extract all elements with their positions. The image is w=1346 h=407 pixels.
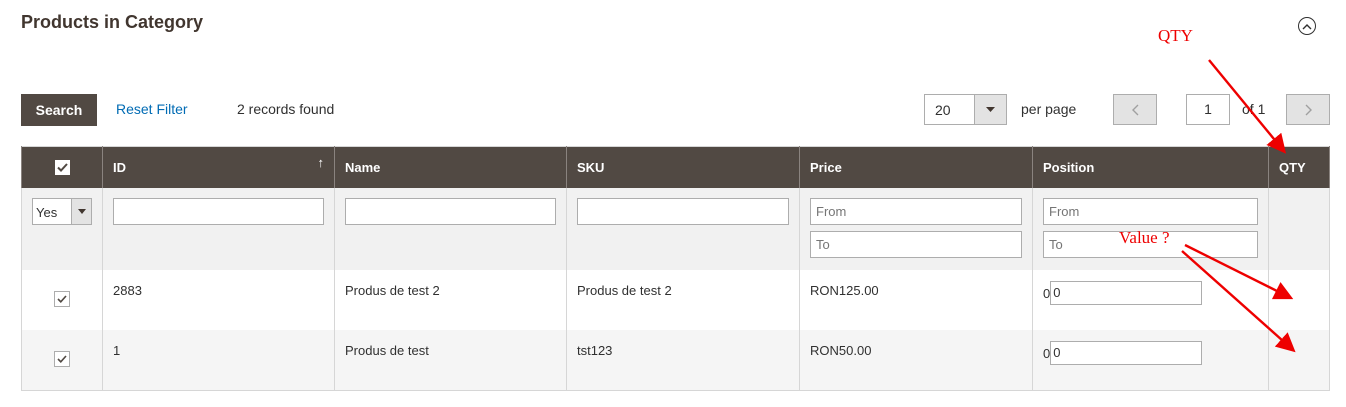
column-label: Position (1043, 160, 1095, 175)
checkmark-icon (57, 295, 67, 303)
per-page-label: per page (1021, 101, 1077, 117)
position-input[interactable]: 0 (1050, 281, 1203, 305)
qty-filter-cell (1268, 188, 1330, 270)
column-header-sku[interactable]: SKU (566, 146, 800, 188)
cell-name: Produs de test 2 (345, 283, 440, 298)
chevron-down-icon[interactable] (974, 95, 1006, 124)
row-checkbox[interactable] (54, 291, 70, 307)
per-page-value: 20 (935, 102, 951, 118)
products-grid: ID ↑ Name SKU Price Position QTY Yes Fro… (21, 146, 1330, 391)
section-title: Products in Category (21, 12, 204, 32)
position-prefix: 0 (1043, 345, 1051, 361)
column-header-position[interactable]: Position (1032, 146, 1269, 188)
column-header-id[interactable]: ID ↑ (102, 146, 335, 188)
in-category-filter-value: Yes (36, 205, 58, 220)
column-header-qty[interactable]: QTY (1268, 146, 1330, 188)
qty-annotation: QTY (1158, 26, 1193, 45)
cell-price: RON50.00 (810, 343, 872, 358)
previous-page-button[interactable] (1113, 94, 1157, 125)
value-annotation: Value ? (1119, 228, 1170, 247)
search-button[interactable]: Search (21, 94, 97, 126)
reset-filter-link[interactable]: Reset Filter (116, 101, 188, 117)
position-from-input[interactable] (1043, 198, 1258, 225)
table-row: 2883 Produs de test 2 Produs de test 2 R… (21, 270, 1330, 330)
cell-id: 1 (113, 343, 121, 358)
cell-sku: tst123 (577, 343, 613, 358)
select-all-checkbox[interactable] (54, 160, 70, 175)
next-page-button[interactable] (1286, 94, 1330, 125)
column-label: Price (810, 160, 842, 175)
collapse-icon[interactable] (1298, 17, 1316, 35)
column-header-price[interactable]: Price (799, 146, 1033, 188)
cell-price: RON125.00 (810, 283, 879, 298)
cell-name: Produs de test (345, 343, 429, 358)
per-page-select[interactable]: 20 (924, 94, 1007, 125)
sort-arrow-icon: ↑ (317, 155, 325, 170)
position-prefix: 0 (1043, 285, 1051, 301)
price-to-input[interactable] (810, 231, 1022, 258)
id-filter-input[interactable] (113, 198, 324, 225)
table-row: 1 Produs de test tst123 RON50.00 00 (21, 330, 1330, 391)
select-all-header[interactable] (21, 146, 103, 188)
column-label: Name (345, 160, 381, 175)
checkmark-icon (56, 163, 68, 172)
column-label: ID (113, 160, 126, 175)
column-header-name[interactable]: Name (334, 146, 567, 188)
page-total: of 1 (1242, 101, 1266, 117)
cell-sku: Produs de test 2 (577, 283, 672, 298)
column-label: SKU (577, 160, 605, 175)
chevron-right-icon (1305, 104, 1312, 115)
cell-id: 2883 (113, 283, 142, 298)
chevron-left-icon (1131, 104, 1138, 115)
row-checkbox[interactable] (54, 351, 70, 367)
chevron-down-icon[interactable] (71, 199, 91, 224)
in-category-filter-select[interactable]: Yes (32, 198, 92, 225)
checkmark-icon (57, 355, 67, 363)
price-from-input[interactable] (810, 198, 1022, 225)
records-count: 2 records found (237, 101, 335, 117)
position-input[interactable]: 0 (1050, 341, 1203, 365)
name-filter-input[interactable] (345, 198, 556, 225)
column-label: QTY (1279, 160, 1306, 175)
sku-filter-input[interactable] (577, 198, 789, 225)
page-number-input[interactable]: 1 (1186, 94, 1230, 125)
